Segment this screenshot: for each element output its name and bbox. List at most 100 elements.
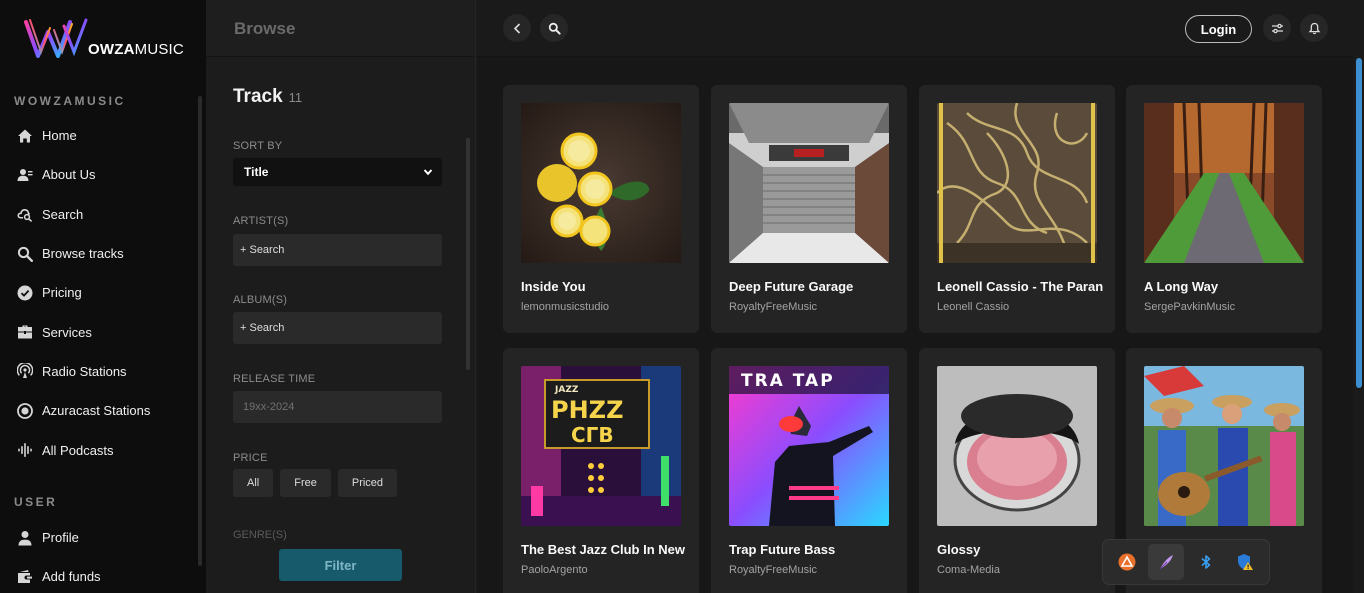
- triangle-app-icon: [1118, 553, 1136, 571]
- artist-label: ARTIST(S): [233, 215, 289, 227]
- musicians-artwork-icon: [1144, 366, 1304, 526]
- filter-button[interactable]: Filter: [279, 549, 402, 581]
- back-button[interactable]: [503, 14, 531, 42]
- briefcase-icon: [16, 323, 34, 341]
- track-card[interactable]: Deep Future Garage RoyaltyFreeMusic: [711, 85, 907, 333]
- track-artwork: [729, 103, 889, 263]
- track-title[interactable]: Glossy: [937, 542, 1113, 557]
- track-artist[interactable]: RoyaltyFreeMusic: [729, 301, 817, 313]
- track-artist[interactable]: lemonmusicstudio: [521, 301, 609, 313]
- app-window: OWZAMUSIC WOWZAMUSIC Home About Us Searc…: [0, 0, 1364, 593]
- artist-search-input[interactable]: + Search: [233, 234, 442, 266]
- chevron-left-icon: [513, 22, 520, 34]
- login-button[interactable]: Login: [1185, 15, 1252, 43]
- nav-item-pricing[interactable]: Pricing: [0, 273, 200, 312]
- nav-item-radio-stations[interactable]: Radio Stations: [0, 352, 200, 391]
- tray-item-pen[interactable]: [1148, 544, 1185, 580]
- settings-button[interactable]: [1263, 14, 1291, 42]
- track-artwork: [937, 103, 1097, 263]
- nav-item-profile[interactable]: Profile: [0, 518, 200, 557]
- track-artwork: [1144, 103, 1304, 263]
- nav-label: Search: [42, 206, 84, 222]
- radio-icon: [16, 362, 34, 380]
- nav-item-azuracast-stations[interactable]: Azuracast Stations: [0, 391, 200, 430]
- price-option-all[interactable]: All: [233, 469, 274, 497]
- feather-icon: [1159, 555, 1174, 570]
- shield-warning-icon: [1238, 554, 1254, 570]
- bell-icon: [1308, 22, 1320, 34]
- sort-label: SORT BY: [233, 140, 283, 152]
- track-title[interactable]: Leonell Cassio - The Paran: [937, 279, 1113, 294]
- track-artwork: [521, 103, 681, 263]
- browse-header: Browse: [206, 0, 475, 57]
- sort-select[interactable]: Title: [233, 158, 442, 186]
- sidebar-scrollbar[interactable]: [198, 96, 202, 566]
- nav-item-search[interactable]: Search: [0, 195, 200, 234]
- browse-title: Browse: [234, 19, 296, 38]
- filter-scrollbar[interactable]: [466, 138, 470, 370]
- nav-item-services[interactable]: Services: [0, 312, 200, 351]
- nav-label: Home: [42, 128, 77, 144]
- track-card[interactable]: Glossy Coma-Media: [919, 348, 1115, 593]
- brand-logo[interactable]: OWZAMUSIC: [24, 16, 184, 62]
- nav-item-browse-tracks[interactable]: Browse tracks: [0, 234, 200, 273]
- main-nav: Home About Us Search Browse tracks Prici…: [0, 116, 200, 470]
- track-artist[interactable]: SergePavkinMusic: [1144, 301, 1235, 313]
- jazz-sign-a: PHZZ: [551, 396, 623, 424]
- nav-item-all-podcasts[interactable]: All Podcasts: [0, 430, 200, 469]
- compact-artwork-icon: [937, 366, 1097, 526]
- track-title[interactable]: The Best Jazz Club In New: [521, 542, 697, 557]
- price-label: PRICE: [233, 452, 268, 464]
- nav-item-home[interactable]: Home: [0, 116, 200, 155]
- jazz-club-artwork-icon: JAZZ PHZZ СГВ: [521, 366, 681, 526]
- track-card[interactable]: Leonell Cassio - The Paran Leonell Cassi…: [919, 85, 1115, 333]
- track-card[interactable]: TRA TAP Trap Future Bass RoyaltyFreeMusi…: [711, 348, 907, 593]
- genre-label: GENRE(S): [233, 529, 287, 541]
- trap-art-title: TRA TAP: [741, 371, 835, 391]
- track-artwork: [1144, 366, 1304, 526]
- track-artist[interactable]: Leonell Cassio: [937, 301, 1009, 313]
- tray-item-audio[interactable]: [1109, 544, 1145, 580]
- track-title[interactable]: Deep Future Garage: [729, 279, 905, 294]
- search-button[interactable]: [540, 14, 568, 42]
- track-artist[interactable]: PaoloArgento: [521, 564, 588, 576]
- nav-label: Profile: [42, 530, 79, 546]
- notifications-button[interactable]: [1300, 14, 1328, 42]
- nav-item-add-funds[interactable]: Add funds: [0, 557, 200, 593]
- path-artwork-icon: [1144, 103, 1304, 263]
- search-icon: [548, 22, 561, 35]
- track-artwork: TRA TAP: [729, 366, 889, 526]
- release-time-label: RELEASE TIME: [233, 373, 316, 385]
- track-card[interactable]: A Long Way SergePavkinMusic: [1126, 85, 1322, 333]
- user-info-icon: [16, 166, 34, 184]
- jazz-sign-b: СГВ: [571, 423, 614, 447]
- sort-value: Title: [244, 165, 269, 179]
- target-icon: [16, 402, 34, 420]
- album-search-input[interactable]: + Search: [233, 312, 442, 344]
- main-content: Login Inside You lemonmusicstudio Deep F…: [477, 0, 1364, 593]
- track-card[interactable]: JAZZ PHZZ СГВ The Best Jazz Club In New …: [503, 348, 699, 593]
- track-card[interactable]: Inside You lemonmusicstudio: [503, 85, 699, 333]
- track-title[interactable]: A Long Way: [1144, 279, 1320, 294]
- track-heading: Track 11: [233, 86, 302, 108]
- nav-label: Azuracast Stations: [42, 403, 151, 419]
- search-cloud-icon: [16, 205, 34, 223]
- track-artist[interactable]: Coma-Media: [937, 564, 1000, 576]
- track-title[interactable]: Trap Future Bass: [729, 542, 905, 557]
- track-artwork: JAZZ PHZZ СГВ: [521, 366, 681, 526]
- price-option-free[interactable]: Free: [280, 469, 331, 497]
- person-icon: [16, 529, 34, 547]
- filter-panel: Browse Track 11 SORT BY Title ARTIST(S) +…: [206, 0, 476, 593]
- nav-item-about-us[interactable]: About Us: [0, 155, 200, 194]
- tray-item-security[interactable]: [1227, 544, 1263, 580]
- release-time-input[interactable]: 19xx-2024: [233, 391, 442, 423]
- nav-label: Browse tracks: [42, 246, 124, 262]
- page-scrollbar-thumb[interactable]: [1356, 58, 1362, 388]
- track-artist[interactable]: RoyaltyFreeMusic: [729, 564, 817, 576]
- nav-label: All Podcasts: [42, 442, 114, 458]
- tray-item-bluetooth[interactable]: [1188, 544, 1224, 580]
- track-title[interactable]: Inside You: [521, 279, 697, 294]
- nav-label: Radio Stations: [42, 363, 127, 379]
- price-option-priced[interactable]: Priced: [337, 469, 398, 497]
- track-heading-label: Track: [233, 86, 283, 107]
